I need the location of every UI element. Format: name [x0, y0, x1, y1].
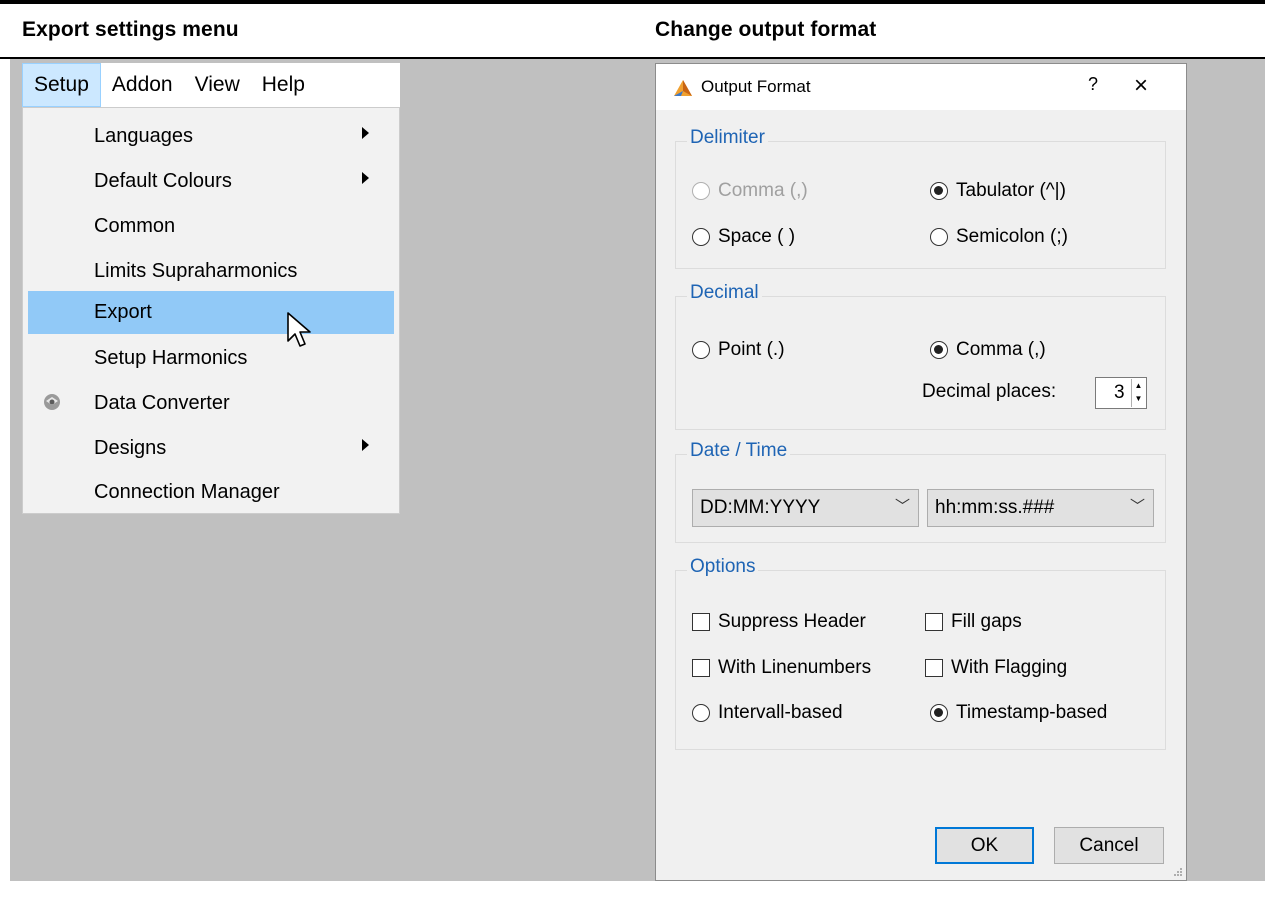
option-label: Space ( ) — [718, 226, 796, 247]
dialog-title: Output Format — [701, 77, 811, 96]
decimal-places-spinbox[interactable]: 3 ▲ ▼ — [1095, 377, 1147, 409]
output-format-dialog: Output Format ? × Delimiter Comma (,) Ta… — [655, 63, 1187, 881]
option-label: Point (.) — [718, 339, 785, 360]
options-group: Options Suppress Header Fill gaps With L… — [675, 556, 1166, 750]
setup-dropdown-menu: Languages Default Colours Common Limits … — [22, 107, 400, 514]
radio-circle-icon — [692, 182, 710, 200]
menu-view[interactable]: View — [184, 63, 251, 107]
menu-item-label: Connection Manager — [94, 480, 280, 503]
option-label: Tabulator (^|) — [956, 180, 1066, 201]
menu-item-label: Default Colours — [94, 169, 232, 192]
option-label: Intervall-based — [718, 702, 843, 723]
menu-item-label: Common — [94, 214, 176, 237]
chevron-down-icon: ﹀ — [1129, 498, 1145, 515]
option-label: With Linenumbers — [718, 657, 872, 678]
menu-item-common[interactable]: Common — [28, 206, 394, 246]
menu-item-default-colours[interactable]: Default Colours — [28, 161, 394, 201]
radio-space-delimiter[interactable]: Space ( ) — [692, 226, 795, 248]
checkbox-suppress-header[interactable]: Suppress Header — [692, 611, 866, 633]
radio-semicolon-delimiter[interactable]: Semicolon (;) — [930, 226, 1068, 248]
menu-item-label: Languages — [94, 124, 193, 147]
menu-item-label: Setup Harmonics — [94, 346, 248, 369]
checkbox-icon — [925, 659, 943, 677]
submenu-arrow-icon — [362, 172, 369, 184]
menu-item-languages[interactable]: Languages — [28, 116, 394, 156]
menu-item-setup-harmonics[interactable]: Setup Harmonics — [28, 338, 394, 378]
submenu-arrow-icon — [362, 127, 369, 139]
top-rule — [0, 0, 1265, 4]
menu-item-data-converter[interactable]: Data Converter — [28, 383, 394, 423]
group-title: Date / Time — [687, 440, 791, 462]
group-title: Options — [687, 556, 759, 578]
chevron-down-icon: ﹀ — [894, 498, 910, 515]
group-title: Decimal — [687, 282, 762, 304]
radio-timestamp-based[interactable]: Timestamp-based — [930, 702, 1107, 724]
radio-selected-icon — [930, 341, 948, 359]
menu-item-connection-manager[interactable]: Connection Manager — [28, 472, 394, 512]
radio-intervall-based[interactable]: Intervall-based — [692, 702, 843, 724]
time-format-value: hh:mm:ss.### — [935, 497, 1055, 518]
delimiter-group: Delimiter Comma (,) Tabulator (^|) Space… — [675, 127, 1166, 269]
menu-item-label: Limits Supraharmonics — [94, 259, 298, 282]
menu-bar: Setup Addon View Help — [22, 63, 400, 107]
decimal-places-label: Decimal places: — [922, 381, 1057, 402]
cancel-button[interactable]: Cancel — [1054, 827, 1164, 864]
checkbox-with-flagging[interactable]: With Flagging — [925, 657, 1067, 679]
checkbox-with-linenumbers[interactable]: With Linenumbers — [692, 657, 871, 679]
menu-item-limits-supraharmonics[interactable]: Limits Supraharmonics — [28, 251, 394, 291]
date-time-group: Date / Time DD:MM:YYYY ﹀ hh:mm:ss.### ﹀ — [675, 440, 1166, 543]
option-label: With Flagging — [951, 657, 1068, 678]
option-label: Comma (,) — [718, 180, 808, 201]
resize-grip-icon[interactable] — [1173, 867, 1183, 877]
heading-change-output-format: Change output format — [655, 18, 877, 41]
menu-item-label: Data Converter — [94, 391, 230, 414]
radio-circle-icon — [692, 704, 710, 722]
decimal-group: Decimal Point (.) Comma (,) Decimal plac… — [675, 282, 1166, 430]
date-format-value: DD:MM:YYYY — [700, 497, 821, 518]
menu-item-designs[interactable]: Designs — [28, 428, 394, 468]
checkbox-icon — [692, 613, 710, 631]
radio-selected-icon — [930, 182, 948, 200]
app-logo-icon — [674, 80, 692, 96]
option-label: Comma (,) — [956, 339, 1046, 360]
group-title: Delimiter — [687, 127, 768, 149]
menu-addon[interactable]: Addon — [101, 63, 184, 107]
menu-setup[interactable]: Setup — [22, 63, 101, 107]
decimal-places-value: 3 — [1114, 382, 1125, 403]
radio-comma-decimal[interactable]: Comma (,) — [930, 339, 1046, 361]
checkbox-icon — [692, 659, 710, 677]
radio-selected-icon — [930, 704, 948, 722]
time-format-select[interactable]: hh:mm:ss.### ﹀ — [927, 489, 1154, 527]
ok-button[interactable]: OK — [935, 827, 1034, 864]
data-converter-icon — [44, 394, 60, 410]
close-button[interactable]: × — [1134, 72, 1148, 100]
radio-circle-icon — [692, 341, 710, 359]
radio-tabulator-delimiter[interactable]: Tabulator (^|) — [930, 180, 1066, 202]
radio-circle-icon — [692, 228, 710, 246]
menu-item-export[interactable]: Export — [28, 291, 394, 334]
dialog-titlebar[interactable]: Output Format ? × — [656, 64, 1186, 110]
option-label: Semicolon (;) — [956, 226, 1068, 247]
mouse-pointer-icon — [287, 312, 311, 347]
radio-point-decimal[interactable]: Point (.) — [692, 339, 785, 361]
radio-circle-icon — [930, 228, 948, 246]
option-label: Timestamp-based — [956, 702, 1108, 723]
help-button[interactable]: ? — [1088, 74, 1098, 95]
submenu-arrow-icon — [362, 439, 369, 451]
menu-item-label: Designs — [94, 436, 167, 459]
spin-arrows-icon[interactable]: ▲ ▼ — [1131, 379, 1145, 407]
option-label: Suppress Header — [718, 611, 866, 632]
checkbox-fill-gaps[interactable]: Fill gaps — [925, 611, 1022, 633]
radio-comma-delimiter[interactable]: Comma (,) — [692, 180, 808, 202]
menu-help[interactable]: Help — [251, 63, 316, 107]
option-label: Fill gaps — [951, 611, 1022, 632]
date-format-select[interactable]: DD:MM:YYYY ﹀ — [692, 489, 919, 527]
menu-item-label: Export — [94, 301, 152, 323]
checkbox-icon — [925, 613, 943, 631]
heading-export-settings-menu: Export settings menu — [22, 18, 239, 41]
